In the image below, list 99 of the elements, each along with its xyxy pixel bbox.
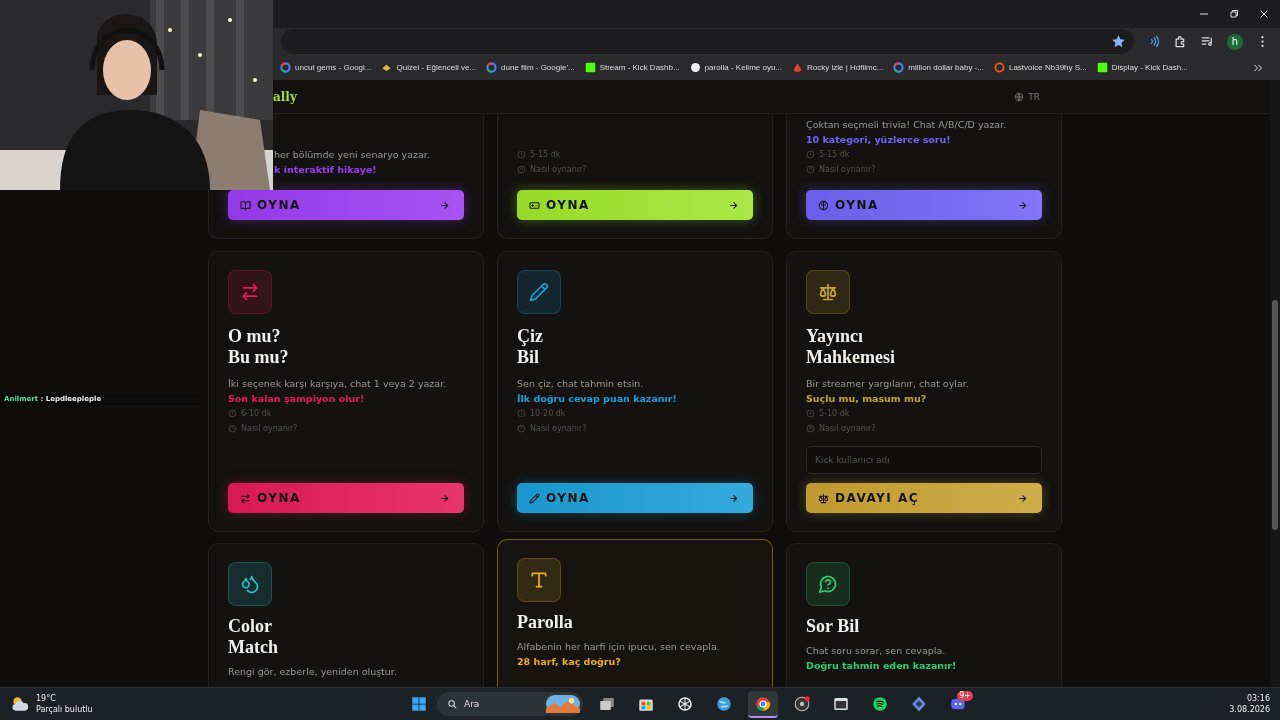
diamond-icon bbox=[910, 694, 928, 713]
clock-icon bbox=[517, 150, 526, 159]
play-button[interactable]: OYNA bbox=[806, 190, 1042, 220]
help-icon bbox=[517, 165, 526, 174]
maximize-icon[interactable] bbox=[1229, 9, 1239, 19]
game-title: Yayıncı Mahkemesi bbox=[806, 326, 896, 368]
bookmark[interactable]: dune film - Google'... bbox=[486, 62, 575, 73]
weather-text: Parçalı bulutlu bbox=[36, 704, 93, 715]
flame-icon bbox=[792, 62, 804, 73]
clock-date: 3.08.2026 bbox=[1229, 704, 1270, 715]
username-field[interactable]: Kick kullanıcı adı bbox=[806, 446, 1042, 474]
game-description: Çoktan seçmeli trivia! Chat A/B/C/D yazar. bbox=[806, 118, 1008, 132]
browser-icon bbox=[754, 694, 772, 713]
knot-icon bbox=[676, 694, 694, 713]
game-tagline: 10 kategori, yüzlerce soru! bbox=[806, 133, 952, 147]
cloud-sun-icon[interactable] bbox=[10, 694, 30, 714]
help-icon bbox=[228, 424, 237, 433]
game-description: Bir streamer yargılanır, chat oylar. bbox=[806, 377, 970, 391]
arrow-icon bbox=[728, 199, 739, 211]
clock-time: 03:16 bbox=[1246, 693, 1270, 704]
square-icon bbox=[584, 62, 596, 73]
taskbar-app[interactable]: 9+ bbox=[943, 690, 973, 718]
bookmark[interactable]: Rocky izle | Hdfilmc... bbox=[792, 62, 884, 73]
taskbar-app[interactable] bbox=[748, 690, 778, 718]
game-tagline: Son kalan şampiyon olur! bbox=[228, 392, 366, 406]
game-title: Çiz Bil bbox=[517, 326, 544, 368]
close-icon[interactable] bbox=[1259, 9, 1269, 19]
help-icon bbox=[517, 424, 526, 433]
game-title: Color Match bbox=[228, 616, 279, 658]
ring-icon bbox=[486, 62, 498, 73]
help-icon bbox=[806, 165, 815, 174]
clock-icon bbox=[228, 409, 237, 418]
scrollbar-thumb[interactable] bbox=[1272, 300, 1278, 530]
game-description: Rengi gör, ezberle, yeniden oluştur. bbox=[228, 665, 398, 679]
help-icon bbox=[806, 424, 815, 433]
scales-icon bbox=[818, 492, 829, 504]
game-description: Chat soru sorar, sen cevapla. bbox=[806, 644, 947, 658]
swap-arrows-icon bbox=[240, 492, 251, 504]
clock-icon bbox=[806, 409, 815, 418]
circle-icon bbox=[993, 62, 1005, 73]
language-code[interactable]: TR bbox=[1028, 91, 1040, 102]
play-button[interactable]: OYNA bbox=[228, 483, 464, 513]
play-button[interactable]: DAVAYI AÇ bbox=[806, 483, 1042, 513]
bookmark[interactable]: Quizei - Eğlenceli ve... bbox=[381, 62, 477, 73]
game-tagline: Doğru tahmin eden kazanır! bbox=[806, 659, 958, 673]
arrow-icon bbox=[439, 199, 450, 211]
play-button[interactable]: OYNA bbox=[517, 190, 753, 220]
game-tagline: Suçlu mu, masum mu? bbox=[806, 392, 928, 406]
bookmark[interactable]: million dollar baby -... bbox=[893, 62, 984, 73]
bookmark[interactable]: Lastvoice Nb39hy S... bbox=[993, 62, 1087, 73]
game-title: Parolla bbox=[517, 612, 574, 633]
gamepad-icon bbox=[529, 199, 540, 211]
globe-icon bbox=[715, 694, 733, 713]
play-button[interactable]: OYNA bbox=[517, 483, 753, 513]
taskbar-search-field[interactable]: Ara bbox=[437, 692, 583, 716]
dot-icon bbox=[689, 62, 701, 73]
arrow-icon bbox=[1017, 492, 1028, 504]
game-title: Sor Bil bbox=[806, 616, 861, 637]
duration-text: 5-15 dk bbox=[530, 149, 561, 161]
game-description: İki seçenek karşı karşıya, chat 1 veya 2 yazar. bbox=[228, 377, 448, 391]
arrow-icon bbox=[439, 492, 450, 504]
windows-icon[interactable] bbox=[410, 695, 428, 713]
temperature-text: 19°C bbox=[36, 693, 57, 704]
game-description: Alfabenin her harfi için ipucu, sen cevapla. bbox=[517, 640, 721, 654]
profile-avatar[interactable]: h bbox=[1227, 33, 1243, 50]
game-tagline: k interaktif hikaye! bbox=[274, 163, 378, 177]
brain-icon bbox=[818, 199, 829, 211]
diamond-icon bbox=[381, 62, 393, 73]
ring-icon bbox=[893, 62, 905, 73]
book-icon bbox=[240, 199, 251, 211]
pencil-icon bbox=[529, 492, 540, 504]
game-description: Sen çiz, chat tahmin etsin. bbox=[517, 377, 645, 391]
music-icon bbox=[871, 694, 889, 713]
arrow-icon bbox=[1017, 199, 1028, 211]
star-icon[interactable] bbox=[1111, 34, 1126, 49]
duration-text: 10-20 dk bbox=[530, 408, 566, 420]
duration-text: 5-15 dk bbox=[819, 149, 850, 161]
search-icon bbox=[447, 698, 458, 710]
game-tagline: İlk doğru cevap puan kazanır! bbox=[517, 392, 678, 406]
play-button[interactable]: OYNA bbox=[228, 190, 464, 220]
bookmark[interactable]: parolla - Kelime oyu... bbox=[689, 62, 783, 73]
clock-icon bbox=[806, 150, 815, 159]
bookmark[interactable]: Display - Kick Dash... bbox=[1096, 62, 1188, 73]
clock-icon bbox=[517, 409, 526, 418]
bookmark[interactable]: uncut gems - Googl... bbox=[280, 62, 372, 73]
duration-text: 6-10 dk bbox=[241, 408, 272, 420]
record-icon bbox=[793, 694, 811, 713]
ring-icon bbox=[280, 62, 291, 73]
arrow-icon bbox=[728, 492, 739, 504]
game-title: O mu? Bu mu? bbox=[228, 326, 290, 368]
game-description: her bölümde yeni senaryo yazar. bbox=[274, 148, 431, 162]
game-tagline: 28 harf, kaç doğru? bbox=[517, 655, 622, 669]
globe-icon[interactable] bbox=[1014, 91, 1025, 102]
bookmark[interactable]: Stream - Kick Dashb... bbox=[584, 62, 680, 73]
notification-badge: 9+ bbox=[957, 690, 973, 701]
square-icon bbox=[1096, 62, 1108, 73]
duration-text: 5-10 dk bbox=[819, 408, 850, 420]
site-logo[interactable]: ally bbox=[273, 89, 297, 104]
media-list-icon[interactable] bbox=[1200, 34, 1215, 49]
